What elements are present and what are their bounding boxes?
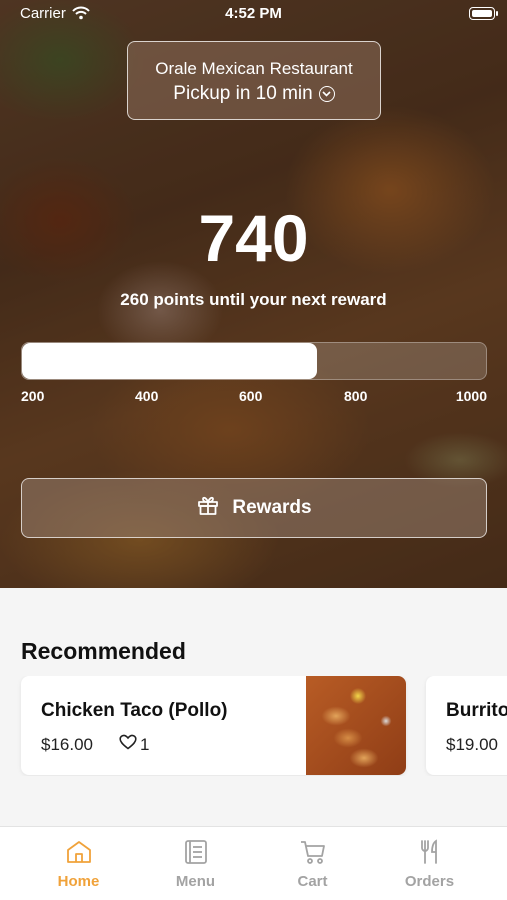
store-name: Orale Mexican Restaurant bbox=[155, 59, 353, 78]
status-bar: Carrier 4:52 PM bbox=[0, 0, 507, 28]
chevron-down-icon bbox=[318, 86, 335, 102]
fork-knife-icon bbox=[371, 839, 488, 867]
tab-label: Menu bbox=[175, 873, 216, 890]
tab-menu[interactable]: Menu bbox=[137, 827, 254, 900]
rewards-progress-bar bbox=[21, 342, 487, 380]
gift-icon bbox=[196, 493, 220, 523]
product-name: Chicken Taco (Pollo) bbox=[41, 700, 228, 721]
clock: 4:52 PM bbox=[225, 5, 282, 22]
tab-orders[interactable]: Orders bbox=[371, 827, 488, 900]
points-subtitle: 260 points until your next reward bbox=[120, 290, 387, 309]
tab-cart[interactable]: Cart bbox=[254, 827, 371, 900]
pickup-label: Pickup in 10 min bbox=[173, 83, 313, 104]
product-price: $16.00 bbox=[41, 735, 93, 754]
product-price: $19.00 bbox=[446, 735, 498, 754]
like-count[interactable]: 1 bbox=[119, 734, 149, 755]
tab-label: Home bbox=[57, 873, 100, 890]
rewards-button[interactable]: Rewards bbox=[21, 478, 487, 538]
heart-icon bbox=[119, 734, 137, 755]
tab-label: Orders bbox=[404, 873, 455, 890]
tab-home[interactable]: Home bbox=[20, 827, 137, 900]
recommended-carousel[interactable]: Chicken Taco (Pollo) $16.00 1 Burrito $1… bbox=[0, 676, 507, 776]
battery-icon bbox=[469, 7, 498, 20]
product-name: Burrito bbox=[446, 700, 507, 721]
like-count-value: 1 bbox=[140, 734, 150, 754]
tab-label: Cart bbox=[297, 873, 328, 890]
section-title-recommended: Recommended bbox=[21, 638, 186, 664]
points-balance: 740 bbox=[198, 201, 309, 275]
rewards-progress-fill bbox=[22, 343, 317, 379]
scale-label: 1000 bbox=[455, 388, 487, 404]
progress-scale: 200 400 600 800 1000 bbox=[21, 388, 487, 406]
store-selector[interactable]: Orale Mexican Restaurant Pickup in 10 mi… bbox=[127, 41, 381, 120]
product-image bbox=[306, 676, 406, 775]
home-icon bbox=[20, 839, 137, 867]
pickup-time[interactable]: Pickup in 10 min bbox=[128, 83, 380, 105]
rewards-button-label: Rewards bbox=[232, 497, 312, 518]
scale-label: 400 bbox=[135, 388, 159, 404]
scale-label: 200 bbox=[21, 388, 45, 404]
product-card[interactable]: Burrito $19.00 bbox=[426, 676, 507, 775]
scale-label: 800 bbox=[344, 388, 368, 404]
cart-icon bbox=[254, 839, 371, 867]
hero-banner: Carrier 4:52 PM Orale Mexican Restaurant… bbox=[0, 0, 507, 588]
menu-book-icon bbox=[137, 839, 254, 867]
scale-label: 600 bbox=[239, 388, 263, 404]
product-card[interactable]: Chicken Taco (Pollo) $16.00 1 bbox=[21, 676, 406, 775]
tab-bar: Home Menu Cart Orders bbox=[0, 826, 507, 900]
